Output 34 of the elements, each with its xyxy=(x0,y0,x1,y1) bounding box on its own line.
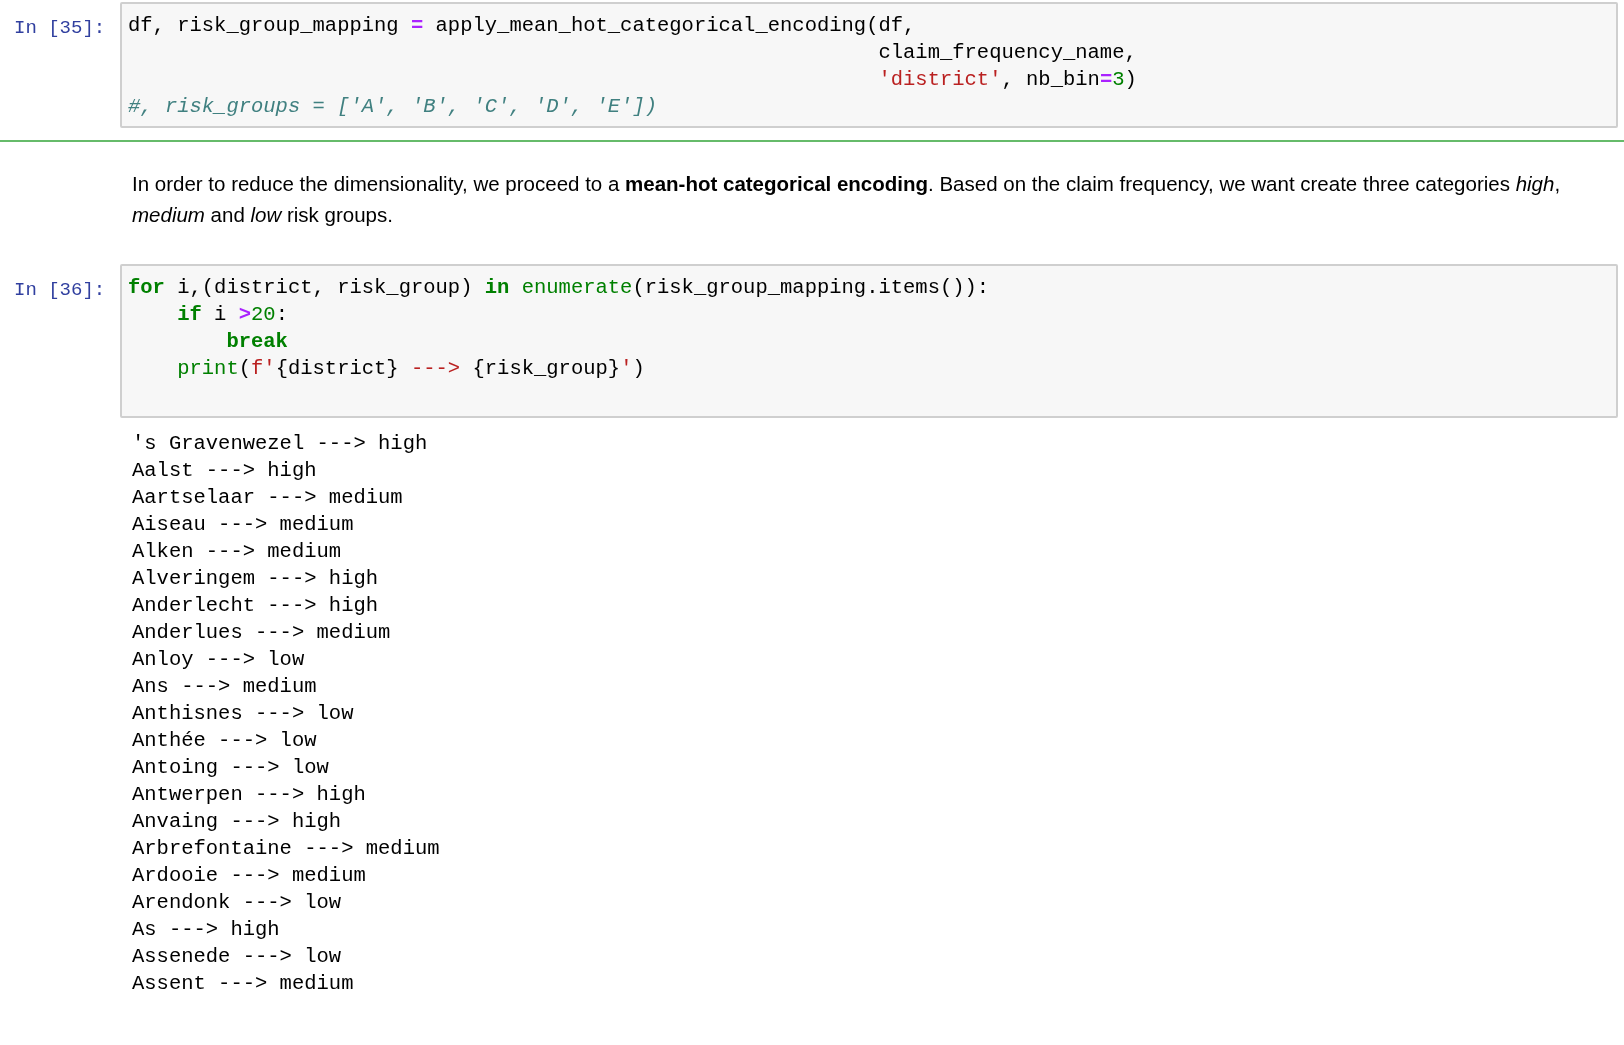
output-line: Aartselaar ---> medium xyxy=(132,485,403,511)
input-prompt: In [36]: xyxy=(14,279,106,301)
output-line: Assenede ---> low xyxy=(132,944,342,970)
output-line: Antoing ---> low xyxy=(132,755,329,781)
code-line: df, risk_group_mapping = apply_mean_hot_categorical_encoding(df, xyxy=(128,13,916,39)
input-prompt: In [35]: xyxy=(14,17,106,39)
output-line: Aiseau ---> medium xyxy=(132,512,354,538)
code-line: break xyxy=(226,329,288,355)
output-line: Arendonk ---> low xyxy=(132,890,342,916)
code-line: 'district', nb_bin=3) xyxy=(878,67,1137,93)
output-line: Anthisnes ---> low xyxy=(132,701,354,727)
output-line: Ardooie ---> medium xyxy=(132,863,366,889)
output-line: Aalst ---> high xyxy=(132,458,317,484)
output-line: Alveringem ---> high xyxy=(132,566,379,592)
code-input-area[interactable]: for i,(district, risk_group) in enumerate(risk_group_mapping.items()): if i >20: break print(f'{district} ---> {risk_group}') xyxy=(120,264,1618,418)
output-line: Anthée ---> low xyxy=(132,728,317,754)
output-line: Antwerpen ---> high xyxy=(132,782,366,808)
output-line: As ---> high xyxy=(132,917,280,943)
output-line: Anderlues ---> medium xyxy=(132,620,391,646)
output-line: 's Gravenwezel ---> high xyxy=(132,431,428,457)
code-line: if i >20: xyxy=(177,302,288,328)
markdown-paragraph: In order to reduce the dimensionality, we proceed to a mean-hot categorical encoding. Based on the claim frequency, we want create three categories high, medium and low risk groups. xyxy=(132,171,1562,228)
output-line: Anvaing ---> high xyxy=(132,809,342,835)
code-line: #, risk_groups = ['A', 'B', 'C', 'D', 'E']) xyxy=(128,94,657,120)
output-line: Anderlecht ---> high xyxy=(132,593,379,619)
output-line: Arbrefontaine ---> medium xyxy=(132,836,440,862)
output-line: Anloy ---> low xyxy=(132,647,305,673)
code-line: print(f'{district} ---> {risk_group}') xyxy=(177,356,645,382)
output-line: Alken ---> medium xyxy=(132,539,342,565)
code-input-area[interactable]: df, risk_group_mapping = apply_mean_hot_categorical_encoding(df, claim_frequency_name, 'district', nb_bin=3) #, risk_groups = ['A', 'B', 'C', 'D', 'E']) xyxy=(120,2,1618,128)
code-line: for i,(district, risk_group) in enumerate(risk_group_mapping.items()): xyxy=(128,275,990,301)
output-line: Assent ---> medium xyxy=(132,971,354,997)
code-line: claim_frequency_name, xyxy=(878,40,1137,66)
output-line: Ans ---> medium xyxy=(132,674,317,700)
